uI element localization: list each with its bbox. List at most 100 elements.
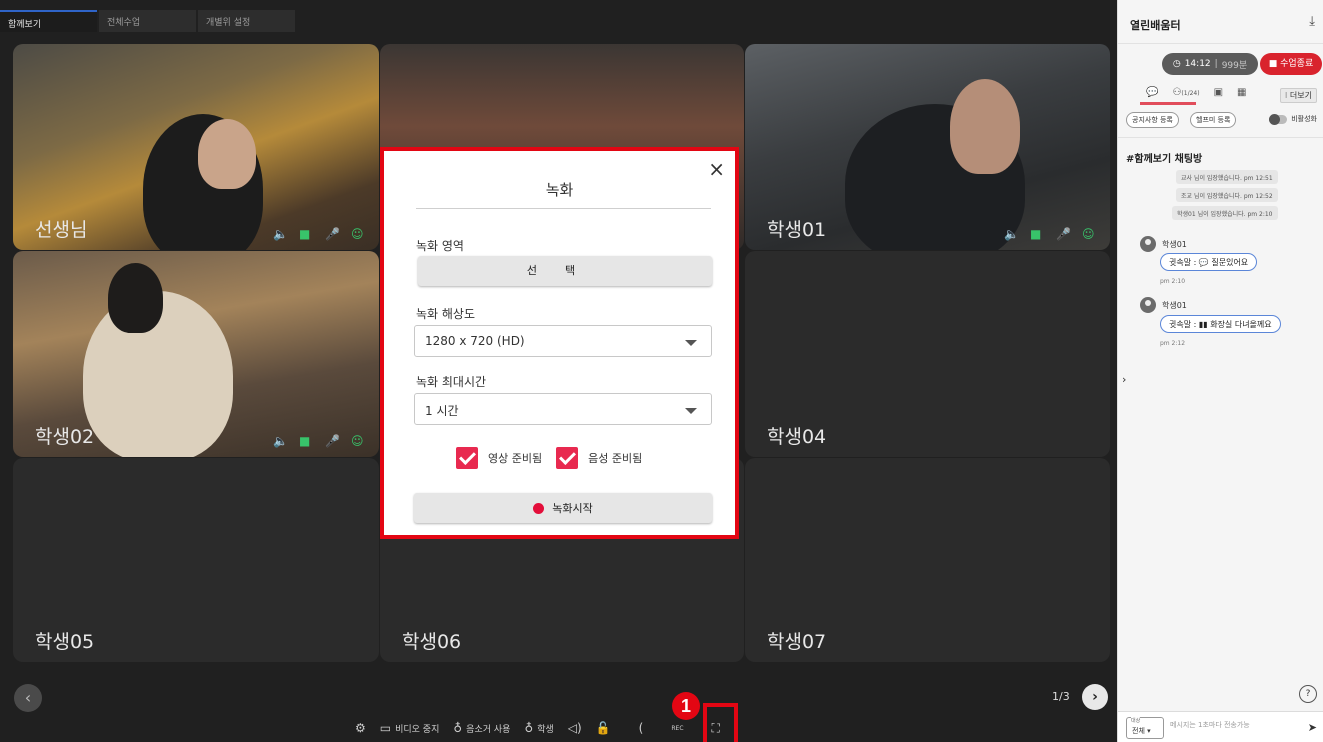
target-select[interactable]: 대상 전체 ▾ [1126, 717, 1164, 739]
more-button[interactable]: ⁝ 더보기 [1279, 88, 1317, 103]
video-ready-label: 영상 준비됨 [488, 452, 543, 465]
camera-icon[interactable]: ■ [1030, 228, 1044, 240]
view-tabs: 함께보기 전체수업 개별위 설정 [0, 10, 295, 32]
max-time-label: 녹화 최대시간 [416, 375, 487, 389]
tab-all-class[interactable]: 전체수업 [99, 10, 196, 32]
audio-ready-checkbox[interactable] [556, 447, 579, 469]
chat-room-title: #함께보기 채팅방 [1126, 154, 1203, 165]
chat-tab-icon[interactable]: 💬 [1146, 87, 1158, 98]
video-tile-teacher[interactable]: 선생님 🔈 ■ 🎤 ☺ [13, 44, 379, 250]
notice-register-button[interactable]: 공지사항 등록 [1126, 112, 1179, 128]
mic-outline-icon: ♁ [524, 721, 534, 735]
settings-icon[interactable]: ⚙ [355, 721, 366, 735]
camera-icon[interactable]: ■ [299, 435, 313, 447]
resolution-select[interactable]: 1280 x 720 (HD) [414, 325, 712, 357]
active-tab-underline [1140, 102, 1196, 105]
ready-checks: 영상 준비됨 음성 준비됨 [456, 447, 646, 469]
panel-title: 열린배움터 [1130, 19, 1181, 32]
video-icon: ▭ [379, 721, 392, 735]
video-tile-student05[interactable]: 학생05 [13, 458, 379, 662]
record-icon[interactable]: REC [671, 725, 683, 732]
video-tile-student01[interactable]: 학생01 🔈 ■ 🎤 ☺ [745, 44, 1110, 250]
record-dialog: × 녹화 녹화 영역 선택 녹화 해상도 1280 x 720 (HD) 녹화 … [384, 151, 735, 535]
tile-label-student07: 학생07 [767, 631, 827, 653]
page-indicator: 1/3 [1052, 690, 1070, 703]
download-icon[interactable]: ⤓ [1309, 14, 1315, 29]
tile-label-teacher: 선생님 [35, 219, 88, 241]
avatar [1140, 297, 1156, 313]
timer-sub: | [1214, 59, 1218, 69]
voice-icon[interactable]: ☺ [1082, 228, 1096, 240]
mute-button[interactable]: ♁ 음소거 사용 [453, 721, 510, 735]
hand-icon[interactable]: ( [639, 721, 644, 735]
record-dot-icon [533, 502, 545, 514]
tile-controls-student02: 🔈 ■ 🎤 ☺ [273, 435, 365, 447]
tile-label-student05: 학생05 [35, 631, 95, 653]
student01-face [950, 79, 1020, 174]
tab-individual-settings[interactable]: 개별위 설정 [198, 10, 295, 32]
stats-tab-icon[interactable]: ▦ [1237, 87, 1246, 98]
speaker-icon[interactable]: ◁) [568, 721, 582, 735]
audio-ready-label: 음성 준비됨 [588, 452, 643, 465]
mic-icon[interactable]: 🎤 [325, 435, 340, 447]
avatar [1140, 236, 1156, 252]
chat-input-bar: 대상 전체 ▾ 메시지는 1초마다 전송가능 ➤ [1118, 711, 1323, 742]
side-panel: 열린배움터 ⤓ ◷ 14:12 | 999분 ■ 수업종료 💬 ⚇(1/24) … [1117, 0, 1323, 742]
video-ready-checkbox[interactable] [456, 447, 478, 469]
video-tile-student02[interactable]: 학생02 🔈 ■ 🎤 ☺ [13, 251, 379, 457]
tab-together[interactable]: 함께보기 [0, 10, 97, 32]
dropdown-arrow-icon [685, 408, 697, 414]
video-tile-student07[interactable]: 학생07 [745, 458, 1110, 662]
disable-toggle[interactable]: 비활성화 [1269, 113, 1317, 125]
voice-icon[interactable]: ☺ [351, 228, 365, 240]
send-icon[interactable]: ➤ [1308, 721, 1317, 734]
mic-icon: ♁ [453, 721, 463, 735]
dialog-title: 녹화 [545, 181, 574, 199]
end-class-button[interactable]: ■ 수업종료 [1260, 53, 1322, 75]
dropdown-arrow-icon [685, 340, 697, 346]
speaker-icon[interactable]: 🔈 [1004, 228, 1019, 240]
video-stop-label: 비디오 중지 [395, 724, 440, 735]
student-mic-button[interactable]: ♁ 학생 [524, 721, 553, 735]
resolution-label: 녹화 해상도 [416, 307, 476, 321]
toggle-label: 비활성화 [1291, 115, 1317, 123]
max-time-select[interactable]: 1 시간 [414, 393, 712, 425]
start-recording-button[interactable]: 녹화시작 [414, 493, 712, 523]
system-message: 학생01 님이 입장했습니다. pm 2:10 [1172, 206, 1278, 220]
next-page-button[interactable]: › [1082, 684, 1108, 710]
clock-icon: ◷ [1172, 59, 1181, 69]
tile-controls-student01: 🔈 ■ 🎤 ☺ [1004, 228, 1096, 240]
message-input[interactable]: 메시지는 1초마다 전송가능 [1170, 720, 1250, 730]
select-area-button[interactable]: 선택 [418, 256, 712, 286]
max-time-value: 1 시간 [425, 404, 459, 418]
mic-icon[interactable]: 🎤 [325, 228, 340, 240]
mic-icon[interactable]: 🎤 [1056, 228, 1071, 240]
dialog-divider [416, 208, 711, 209]
speaker-icon[interactable]: 🔈 [273, 228, 288, 240]
tile-label-student04: 학생04 [767, 426, 827, 448]
record-modal-highlight: × 녹화 녹화 영역 선택 녹화 해상도 1280 x 720 (HD) 녹화 … [380, 147, 739, 539]
system-message: 조교 님이 입장했습니다. pm 12:52 [1176, 188, 1278, 202]
lock-icon[interactable]: 🔓 [596, 721, 611, 735]
collapse-chevron-icon[interactable]: › [1122, 373, 1126, 386]
tile-label-student02: 학생02 [35, 426, 95, 448]
record-area-label: 녹화 영역 [416, 239, 464, 253]
help-icon[interactable]: ? [1299, 685, 1317, 703]
timer-remaining: 999분 [1221, 60, 1248, 71]
people-tab[interactable]: ⚇(1/24) [1172, 87, 1199, 98]
chat-sender: 학생01 [1140, 236, 1187, 252]
resolution-value: 1280 x 720 (HD) [425, 334, 525, 348]
file-tab-icon[interactable]: ▣ [1214, 87, 1223, 98]
people-count: (1/24) [1181, 90, 1200, 97]
speaker-icon[interactable]: 🔈 [273, 435, 288, 447]
toggle-switch[interactable] [1269, 113, 1288, 125]
helpme-register-button[interactable]: 헬프미 등록 [1190, 112, 1237, 128]
system-message: 교사 님이 입장했습니다. pm 12:51 [1176, 170, 1278, 184]
teacher-face [198, 119, 256, 189]
camera-icon[interactable]: ■ [299, 228, 313, 240]
video-tile-student04[interactable]: 학생04 [745, 251, 1110, 457]
video-stop-button[interactable]: ▭ 비디오 중지 [380, 721, 440, 735]
close-icon[interactable]: × [708, 157, 725, 181]
voice-icon[interactable]: ☺ [351, 435, 365, 447]
prev-page-button[interactable]: ‹ [14, 684, 42, 712]
